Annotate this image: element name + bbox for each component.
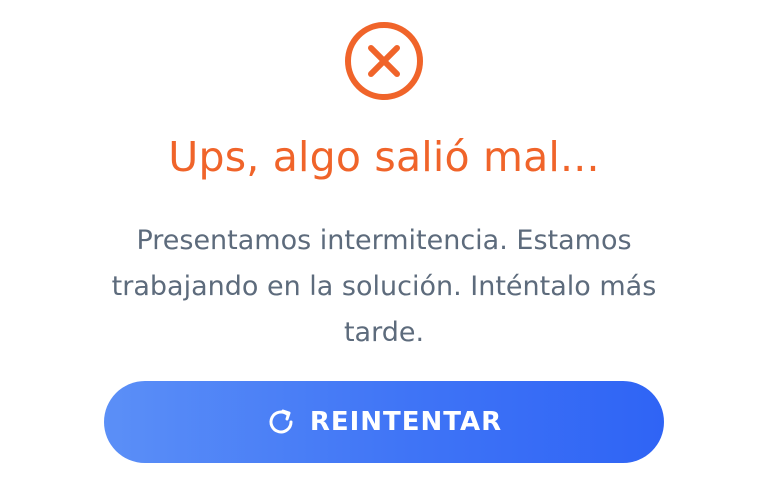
close-circle-icon: [343, 20, 425, 102]
retry-button-label: REINTENTAR: [309, 407, 503, 437]
retry-button[interactable]: REINTENTAR: [104, 381, 664, 463]
error-message: Presentamos intermitencia. Estamos traba…: [111, 225, 657, 348]
error-title: Ups, algo salió mal...: [168, 133, 600, 181]
refresh-icon: [266, 407, 296, 437]
error-screen: Ups, algo salió mal... Presentamos inter…: [0, 0, 768, 480]
